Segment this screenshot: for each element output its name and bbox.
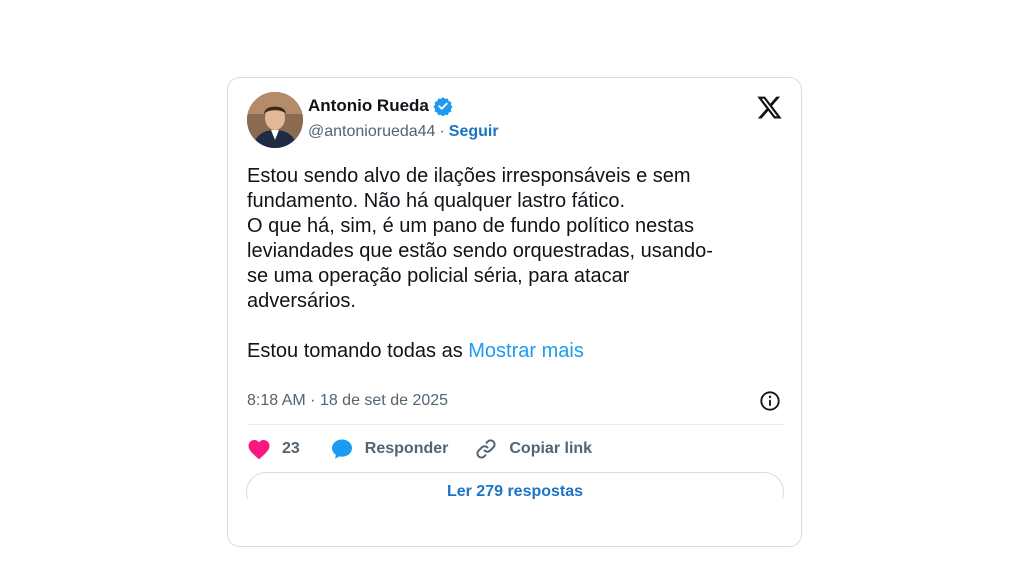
tweet-line: Estou sendo alvo de ilações irresponsáve… bbox=[247, 165, 691, 187]
handle-separator: · bbox=[439, 123, 445, 140]
like-count: 23 bbox=[282, 440, 300, 457]
reply-bubble-icon bbox=[331, 439, 352, 459]
tweet-timestamp[interactable]: 8:18 AM · 18 de set de 2025 bbox=[247, 392, 448, 410]
author-avatar[interactable] bbox=[247, 92, 303, 148]
follow-button[interactable]: Seguir bbox=[449, 123, 499, 141]
verified-badge-icon bbox=[433, 97, 453, 116]
divider bbox=[247, 424, 785, 425]
tweet-line: adversários. bbox=[247, 290, 356, 312]
tweet-text: Estou sendo alvo de ilações irresponsáve… bbox=[247, 164, 787, 364]
action-bar: 23 Responder Copiar link bbox=[247, 436, 592, 462]
reply-button[interactable]: Responder bbox=[330, 437, 449, 461]
heart-icon bbox=[248, 440, 270, 460]
like-button[interactable]: 23 bbox=[247, 438, 300, 460]
copy-link-label: Copiar link bbox=[509, 440, 593, 457]
author-name[interactable]: Antonio Rueda bbox=[308, 96, 429, 116]
tweet-line: se uma operação policial séria, para ata… bbox=[247, 265, 630, 287]
author-name-row: Antonio Rueda bbox=[308, 96, 453, 116]
tweet-truncated-text: Estou tomando todas as bbox=[247, 340, 469, 362]
copy-link-button[interactable]: Copiar link bbox=[474, 437, 592, 461]
card-cutoff bbox=[228, 499, 801, 546]
x-logo-icon[interactable] bbox=[756, 94, 783, 121]
tweet-line: fundamento. Não há qualquer lastro fátic… bbox=[247, 190, 626, 212]
author-handle-row: @antoniorueda44 · Seguir bbox=[308, 123, 499, 141]
author-handle[interactable]: @antoniorueda44 bbox=[308, 123, 435, 141]
tweet-line: leviandades que estão sendo orquestradas… bbox=[247, 240, 713, 262]
avatar-photo bbox=[247, 92, 303, 148]
tweet-line: O que há, sim, é um pano de fundo políti… bbox=[247, 215, 694, 237]
tweet-card: Antonio Rueda @antoniorueda44 · Seguir E… bbox=[227, 77, 802, 547]
tweet-last-line: Estou tomando todas as Mostrar mais bbox=[247, 339, 787, 364]
info-icon[interactable] bbox=[759, 390, 781, 412]
show-more-link[interactable]: Mostrar mais bbox=[468, 340, 584, 362]
reply-label: Responder bbox=[364, 440, 449, 457]
link-icon bbox=[476, 439, 496, 459]
